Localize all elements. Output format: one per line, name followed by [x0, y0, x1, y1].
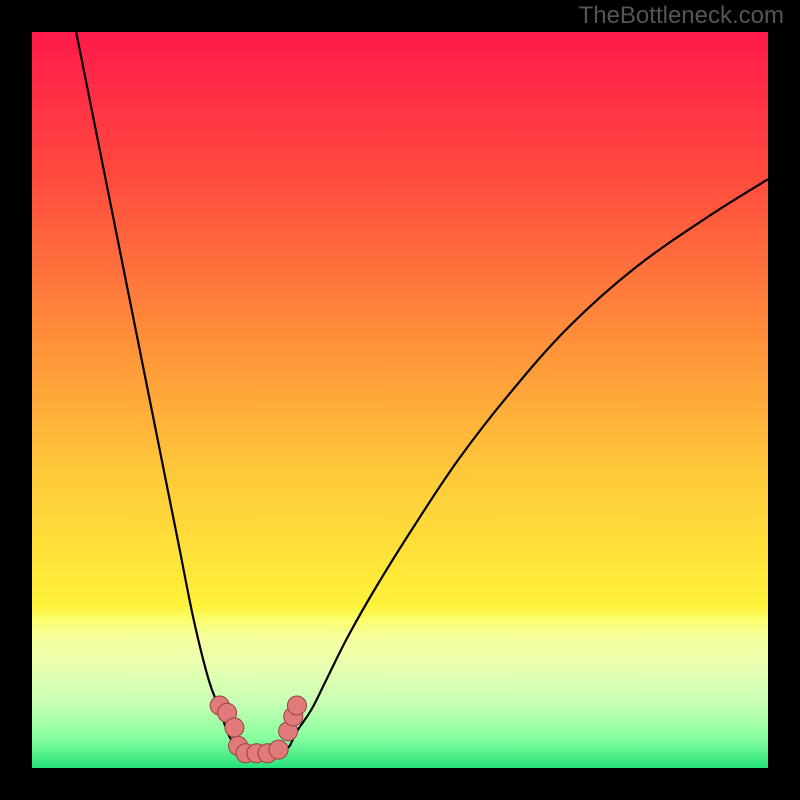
- watermark-text: TheBottleneck.com: [579, 2, 784, 30]
- data-marker: [225, 718, 244, 737]
- chart-frame: TheBottleneck.com: [0, 0, 800, 800]
- bottleneck-chart: [32, 32, 768, 768]
- gradient-background: [32, 32, 768, 768]
- data-marker: [269, 740, 288, 759]
- data-marker: [287, 696, 306, 715]
